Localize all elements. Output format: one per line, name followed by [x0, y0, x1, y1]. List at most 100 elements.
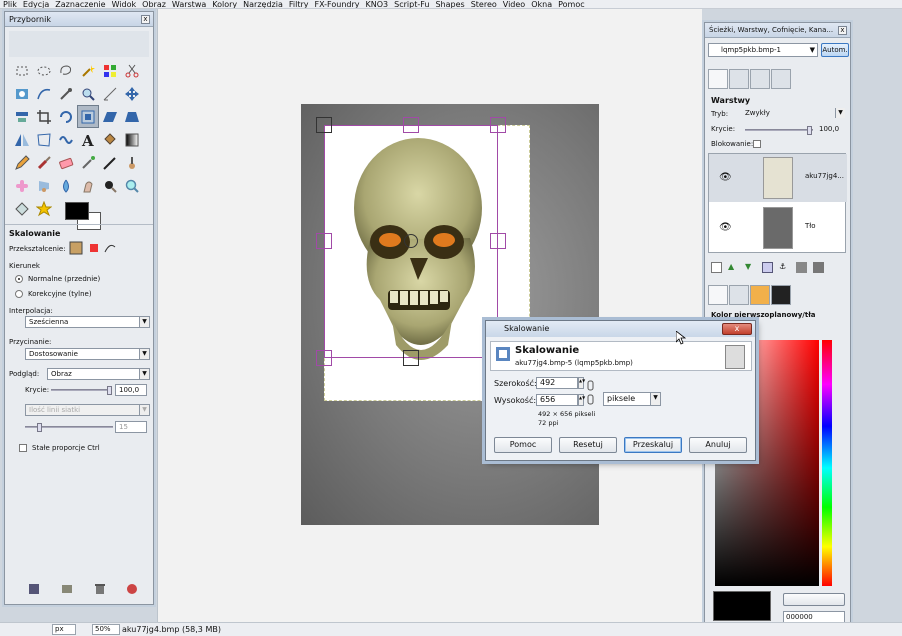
airbrush-icon[interactable] — [77, 151, 99, 174]
grid-lines-select[interactable]: Ilość linii siatki ▼ — [25, 404, 150, 416]
fg-bg-colors[interactable] — [65, 202, 111, 234]
paths-icon[interactable] — [33, 82, 55, 105]
heal-icon[interactable] — [11, 174, 33, 197]
blur-icon[interactable] — [55, 174, 77, 197]
crop-icon[interactable] — [33, 105, 55, 128]
zoom-select[interactable]: 50% — [92, 624, 120, 635]
delete-layer-icon[interactable] — [813, 262, 824, 273]
scale-handle-top-right[interactable] — [490, 117, 506, 133]
transform-layer-icon[interactable] — [69, 241, 83, 255]
tab-undo[interactable] — [750, 69, 770, 89]
menu-item[interactable]: Pomoc — [555, 0, 588, 8]
menu-item[interactable]: Kolory — [209, 0, 240, 8]
menu-item[interactable]: Widok — [109, 0, 140, 8]
clipping-select[interactable]: Dostosowanie ▼ — [25, 348, 150, 360]
smudge-icon[interactable] — [77, 174, 99, 197]
scale-handle-left[interactable] — [316, 233, 332, 249]
menu-item[interactable]: FX-Foundry — [311, 0, 362, 8]
tab-layers[interactable] — [708, 69, 728, 89]
fuzzy-select-icon[interactable] — [77, 59, 99, 82]
new-layer-icon[interactable] — [711, 262, 722, 273]
star-icon[interactable] — [33, 197, 55, 220]
scale-handle-top-left[interactable] — [316, 117, 332, 133]
dodge-burn-icon[interactable] — [99, 174, 121, 197]
color-balance-icon[interactable] — [11, 197, 33, 220]
blend-icon[interactable] — [121, 128, 143, 151]
save-options-icon[interactable] — [27, 582, 41, 596]
cancel-button[interactable]: Anuluj — [689, 437, 747, 453]
interpolation-select[interactable]: Sześcienna ▼ — [25, 316, 150, 328]
reset-button[interactable]: Resetuj — [559, 437, 617, 453]
scale-handle-bottom-left[interactable] — [316, 350, 332, 366]
dock-close-button[interactable]: x — [838, 26, 847, 35]
tab-channels[interactable] — [729, 69, 749, 89]
menu-item[interactable]: Edycja — [20, 0, 52, 8]
color-select-icon[interactable] — [99, 59, 121, 82]
auto-button[interactable]: Autom. — [821, 43, 849, 57]
scissors-icon[interactable] — [121, 59, 143, 82]
duplicate-layer-icon[interactable] — [762, 262, 773, 273]
opacity-slider[interactable] — [51, 386, 112, 395]
menu-item[interactable]: Narzędzia — [240, 0, 286, 8]
menu-item[interactable]: Video — [500, 0, 528, 8]
anchor-layer-icon[interactable]: ⚓ — [779, 262, 790, 273]
preview-select[interactable]: Obraz ▼ — [47, 368, 150, 380]
direction-corrective-radio[interactable] — [15, 290, 23, 298]
magnify-icon[interactable] — [121, 174, 143, 197]
shear-icon[interactable] — [99, 105, 121, 128]
scale-icon[interactable] — [77, 105, 99, 128]
lower-layer-icon[interactable]: ▼ — [745, 262, 756, 273]
direction-normal-radio[interactable] — [15, 275, 23, 283]
transform-selection-icon[interactable] — [87, 241, 101, 255]
visibility-eye-icon[interactable]: 👁 — [719, 222, 732, 233]
menu-item[interactable]: Shapes — [432, 0, 467, 8]
paintbrush-icon[interactable] — [33, 151, 55, 174]
rect-select-icon[interactable] — [11, 59, 33, 82]
ink-icon[interactable] — [99, 151, 121, 174]
foreground-select-icon[interactable] — [11, 82, 33, 105]
grid-lines-field[interactable]: 15 — [115, 421, 147, 433]
menu-item[interactable]: Plik — [0, 0, 20, 8]
tab-gradients[interactable] — [729, 285, 749, 305]
rotate-icon[interactable] — [55, 105, 77, 128]
mode-select[interactable]: Zwykły ▼ — [741, 107, 846, 119]
layers-opacity-slider[interactable] — [745, 126, 813, 135]
raise-layer-icon[interactable]: ▲ — [728, 262, 739, 273]
zoom-icon[interactable] — [77, 82, 99, 105]
transform-path-icon[interactable] — [103, 241, 117, 255]
delete-options-icon[interactable] — [93, 582, 107, 596]
cage-icon[interactable] — [33, 128, 55, 151]
chain-link-icon[interactable] — [587, 379, 595, 407]
dialog-close-button[interactable]: x — [722, 323, 752, 335]
visibility-eye-icon[interactable]: 👁 — [719, 172, 732, 183]
height-field[interactable]: 656 — [536, 394, 578, 406]
ellipse-select-icon[interactable] — [33, 59, 55, 82]
bucket-fill-icon[interactable] — [99, 128, 121, 151]
width-spinner[interactable]: ▲▼ — [578, 377, 585, 389]
menu-item[interactable]: Obraz — [139, 0, 169, 8]
mask-layer-icon[interactable] — [796, 262, 807, 273]
lock-pixels-checkbox[interactable] — [753, 140, 761, 148]
layers-opacity-value[interactable]: 100,0 — [819, 125, 839, 133]
tab-patterns[interactable] — [771, 285, 791, 305]
lasso-icon[interactable] — [55, 59, 77, 82]
menu-item[interactable]: Okna — [528, 0, 555, 8]
color-picker-button[interactable] — [783, 593, 845, 606]
menu-item[interactable]: Stereo — [468, 0, 500, 8]
align-icon[interactable] — [11, 105, 33, 128]
scale-confirm-button[interactable]: Przeskaluj — [624, 437, 682, 453]
menu-item[interactable]: Script-Fu — [391, 0, 432, 8]
menu-item[interactable]: KNO3 — [363, 0, 392, 8]
tab-fg-bg[interactable] — [708, 285, 728, 305]
help-button[interactable]: Pomoc — [494, 437, 552, 453]
scale-handle-right[interactable] — [490, 233, 506, 249]
keep-aspect-checkbox[interactable] — [19, 444, 27, 452]
grid-lines-slider[interactable] — [25, 423, 113, 432]
move-icon[interactable] — [121, 82, 143, 105]
restore-options-icon[interactable] — [60, 582, 74, 596]
opacity-field[interactable]: 100,0 — [115, 384, 147, 396]
reset-options-icon[interactable] — [125, 582, 139, 596]
scale-handle-top[interactable] — [403, 117, 419, 133]
menu-item[interactable]: Warstwa — [169, 0, 209, 8]
warp-icon[interactable] — [55, 128, 77, 151]
